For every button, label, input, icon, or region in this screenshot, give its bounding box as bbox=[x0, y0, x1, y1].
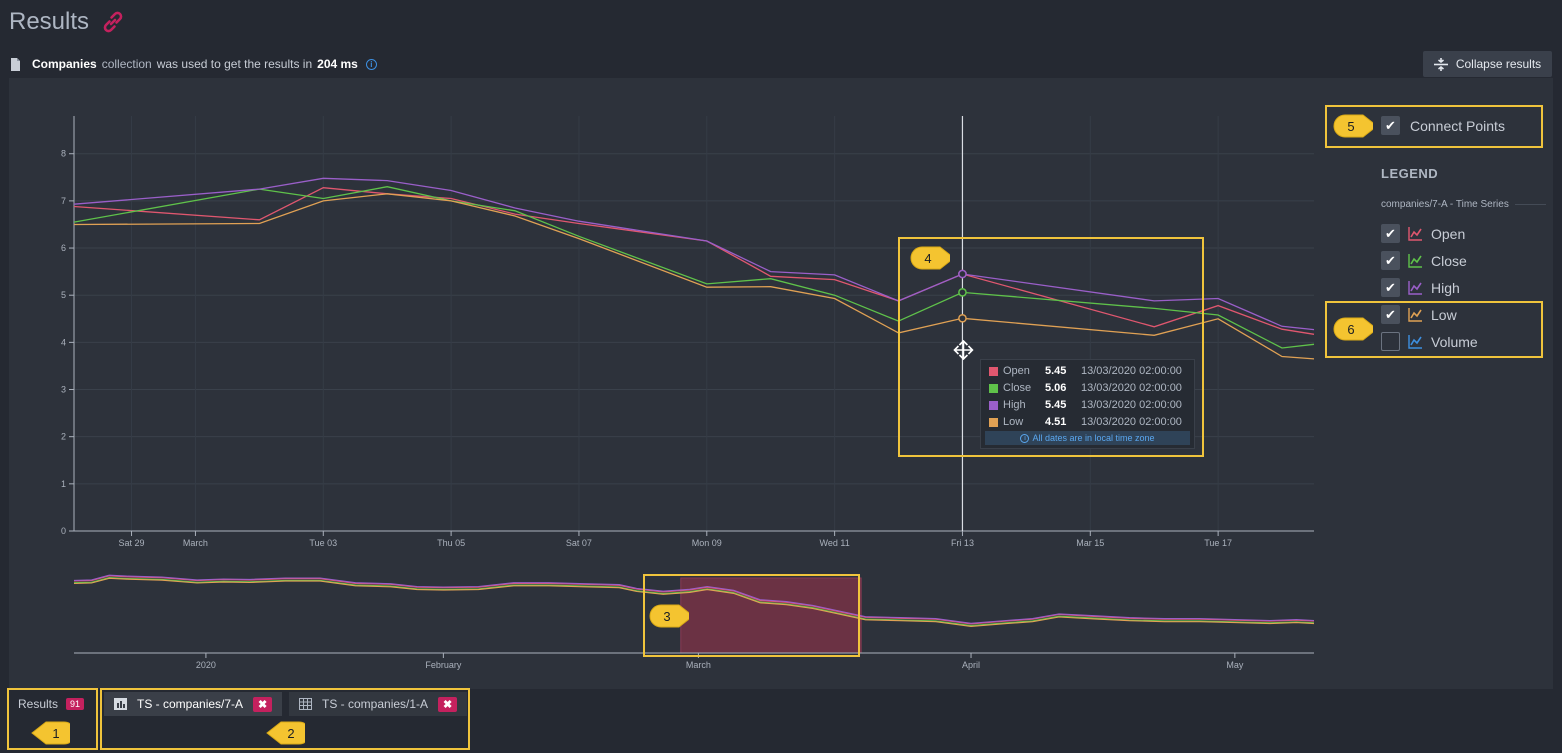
line-chart-icon bbox=[1408, 227, 1422, 241]
legend-series-group: companies/7-A - Time Series bbox=[1381, 199, 1546, 210]
legend-title: LEGEND bbox=[1381, 166, 1439, 181]
tab-ts-companies-7a[interactable]: TS - companies/7-A ✖ bbox=[104, 692, 283, 716]
document-icon bbox=[11, 57, 20, 71]
legend-item-close[interactable]: ✔ Close bbox=[1381, 251, 1467, 270]
callout-marker: 4 bbox=[910, 246, 950, 270]
query-info: Companies collection was used to get the… bbox=[10, 57, 377, 71]
callout-number: 5 bbox=[1347, 119, 1354, 134]
info-text: was used to get the results in bbox=[156, 57, 313, 71]
line-chart-icon bbox=[1408, 281, 1422, 295]
legend-divider bbox=[1514, 204, 1546, 205]
legend-item-high[interactable]: ✔ High bbox=[1381, 278, 1460, 297]
callout-marker: 2 bbox=[266, 721, 305, 745]
line-chart-icon bbox=[1408, 254, 1422, 268]
callout-number: 1 bbox=[52, 726, 59, 741]
close-tab-button[interactable]: ✖ bbox=[438, 696, 458, 712]
close-tab-button[interactable]: ✖ bbox=[253, 696, 273, 712]
collapse-results-label: Collapse results bbox=[1455, 57, 1542, 71]
tab-results-label: Results bbox=[18, 697, 59, 711]
collapse-icon bbox=[1433, 57, 1448, 71]
chart-icon bbox=[114, 698, 127, 710]
callout-number: 2 bbox=[287, 726, 294, 741]
callout-marker: 5 bbox=[1333, 114, 1373, 138]
legend-checkbox[interactable]: ✔ bbox=[1381, 224, 1400, 243]
callout-number: 3 bbox=[663, 609, 670, 624]
legend-label: Close bbox=[1431, 252, 1467, 269]
callout-marker: 3 bbox=[649, 604, 689, 628]
tab-ts-companies-1a[interactable]: TS - companies/1-A ✖ bbox=[289, 692, 468, 716]
tab-results[interactable]: Results 91 bbox=[10, 692, 92, 716]
results-header: Results bbox=[9, 8, 127, 36]
results-tabs-bar: Results 91 TS - companies/7-A ✖ TS - com… bbox=[0, 690, 1562, 753]
legend-item-open[interactable]: ✔ Open bbox=[1381, 224, 1465, 243]
info-icon[interactable]: i bbox=[365, 58, 377, 70]
collection-text: collection bbox=[101, 57, 152, 71]
legend-label: Open bbox=[1431, 225, 1466, 242]
callout-marker: 1 bbox=[31, 721, 70, 745]
tab-label: TS - companies/1-A bbox=[322, 697, 429, 711]
query-duration: 204 ms bbox=[317, 57, 358, 71]
callout-number: 4 bbox=[924, 251, 931, 266]
link-icon[interactable] bbox=[99, 8, 127, 36]
callout-marker: 6 bbox=[1333, 317, 1373, 341]
legend-series-name: companies/7-A - Time Series bbox=[1381, 199, 1509, 210]
legend-label: High bbox=[1431, 279, 1460, 296]
collapse-results-button[interactable]: Collapse results bbox=[1423, 51, 1552, 77]
page-title: Results bbox=[9, 8, 90, 35]
callout-number: 6 bbox=[1347, 322, 1354, 337]
results-count-badge: 91 bbox=[66, 698, 85, 710]
highlight-4 bbox=[898, 237, 1204, 457]
table-icon bbox=[299, 698, 312, 710]
collection-name[interactable]: Companies bbox=[32, 57, 97, 71]
legend-checkbox[interactable]: ✔ bbox=[1381, 251, 1400, 270]
legend-checkbox[interactable]: ✔ bbox=[1381, 278, 1400, 297]
tab-label: TS - companies/7-A bbox=[137, 697, 244, 711]
